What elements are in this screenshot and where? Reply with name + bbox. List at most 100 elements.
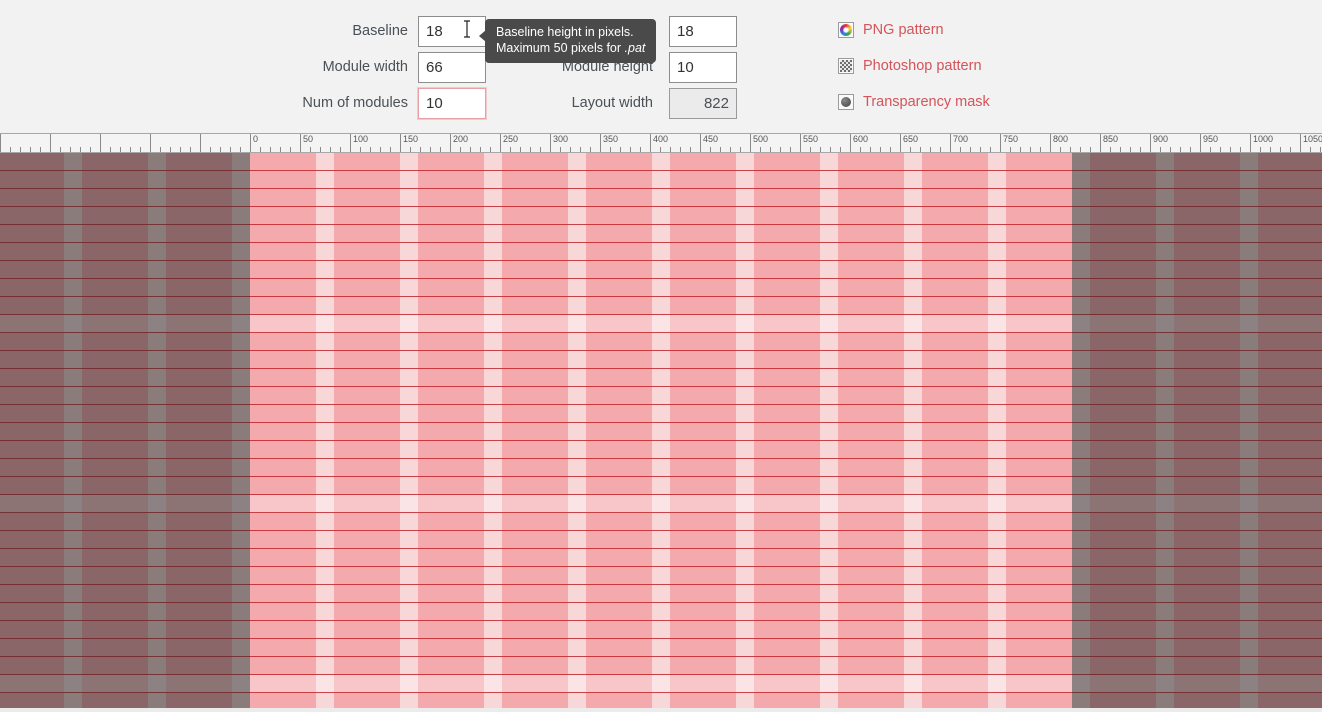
ruler-minor-tick: [960, 147, 961, 152]
ruler-label: 850: [1100, 134, 1118, 145]
photoshop-pattern-label: Photoshop pattern: [863, 58, 982, 74]
ruler-minor-tick: [1240, 147, 1241, 152]
ruler-minor-tick: [1120, 147, 1121, 152]
ruler-minor-tick: [840, 147, 841, 152]
ruler-minor-tick: [680, 147, 681, 152]
num-of-modules-input[interactable]: [418, 88, 486, 119]
ruler-minor-tick: [260, 147, 261, 152]
transparency-mask-label: Transparency mask: [863, 94, 990, 110]
ruler-minor-tick: [620, 147, 621, 152]
ruler-minor-tick: [580, 147, 581, 152]
pattern-module-column: [922, 153, 988, 712]
tooltip-line-1: Baseline height in pixels.: [496, 25, 645, 41]
ruler-minor-tick: [630, 147, 631, 152]
ruler-minor-tick: [780, 147, 781, 152]
ruler-minor-tick: [640, 147, 641, 152]
ruler-minor-tick: [160, 147, 161, 152]
ruler-minor-tick: [1320, 147, 1321, 152]
ruler-minor-tick: [140, 147, 141, 152]
ruler-minor-tick: [1130, 147, 1131, 152]
photoshop-pattern-link[interactable]: Photoshop pattern: [838, 53, 982, 79]
ruler-label: 800: [1050, 134, 1068, 145]
ruler-minor-tick: [990, 147, 991, 152]
ruler-label: 450: [700, 134, 718, 145]
ruler-minor-tick: [1220, 147, 1221, 152]
ruler-minor-tick: [1140, 147, 1141, 152]
ruler-minor-tick: [1060, 147, 1061, 152]
ruler-major-tick: [50, 133, 51, 152]
ruler-minor-tick: [530, 147, 531, 152]
checkerboard-icon: [838, 58, 854, 74]
field-baseline: Baseline: [290, 16, 485, 46]
ruler-label: 1050: [1300, 134, 1322, 145]
module-height-input[interactable]: [669, 52, 737, 83]
ruler-minor-tick: [740, 147, 741, 152]
field-layout-width: Layout width: [540, 88, 740, 118]
ruler-minor-tick: [1020, 147, 1021, 152]
ruler-minor-tick: [290, 147, 291, 152]
ruler-minor-tick: [180, 147, 181, 152]
field-label-num-of-modules: Num of modules: [290, 88, 408, 118]
png-pattern-link[interactable]: PNG pattern: [838, 17, 944, 43]
pattern-module-column: [838, 153, 904, 712]
tooltip-line-2: Maximum 50 pixels for .pat: [496, 41, 645, 57]
ruler-major-tick: [200, 133, 201, 152]
baseline-input[interactable]: [418, 16, 486, 47]
ruler-minor-tick: [820, 147, 821, 152]
pattern-preview-canvas[interactable]: [0, 153, 1322, 712]
ruler-minor-tick: [830, 147, 831, 152]
ruler-minor-tick: [710, 147, 711, 152]
ruler-label: 700: [950, 134, 968, 145]
pattern-module-column: [418, 153, 484, 712]
ruler-minor-tick: [860, 147, 861, 152]
field-num-of-modules: Num of modules: [290, 88, 485, 118]
horizontal-ruler[interactable]: 0501001502002503003504004505005506006507…: [0, 133, 1322, 153]
ruler-minor-tick: [380, 147, 381, 152]
pattern-gutter-column: [484, 153, 502, 712]
ruler-minor-tick: [880, 147, 881, 152]
ruler-minor-tick: [410, 147, 411, 152]
field-label-baseline: Baseline: [290, 16, 408, 46]
layout-width-input: [669, 88, 737, 119]
module-width-input[interactable]: [418, 52, 486, 83]
ruler-minor-tick: [30, 147, 31, 152]
ruler-minor-tick: [60, 147, 61, 152]
ruler-minor-tick: [420, 147, 421, 152]
transparency-mask-link[interactable]: Transparency mask: [838, 89, 990, 115]
pattern-module-column: [670, 153, 736, 712]
pattern-gutter-column: [316, 153, 334, 712]
ruler-major-tick: [100, 133, 101, 152]
pattern-gutter-column: [652, 153, 670, 712]
ruler-label: 50: [300, 134, 313, 145]
outside-layout-mask-left: [0, 153, 250, 712]
ruler-minor-tick: [1090, 147, 1091, 152]
control-panel: Baseline Module width Num of modules Gut…: [0, 0, 1322, 133]
ruler-minor-tick: [1080, 147, 1081, 152]
ruler-label: 500: [750, 134, 768, 145]
ruler-label: 300: [550, 134, 568, 145]
ruler-minor-tick: [910, 147, 911, 152]
ruler-minor-tick: [1270, 147, 1271, 152]
ruler-minor-tick: [470, 147, 471, 152]
ruler-minor-tick: [1110, 147, 1111, 152]
ruler-minor-tick: [330, 147, 331, 152]
outside-layout-mask-right: [1072, 153, 1322, 712]
ruler-minor-tick: [1260, 147, 1261, 152]
ruler-minor-tick: [610, 147, 611, 152]
ruler-minor-tick: [370, 147, 371, 152]
ruler-minor-tick: [540, 147, 541, 152]
gutter-input[interactable]: [669, 16, 737, 47]
ruler-minor-tick: [310, 147, 311, 152]
ruler-label: 650: [900, 134, 918, 145]
ruler-minor-tick: [390, 147, 391, 152]
ruler-minor-tick: [1210, 147, 1211, 152]
ruler-minor-tick: [590, 147, 591, 152]
ruler-minor-tick: [690, 147, 691, 152]
ruler-minor-tick: [720, 147, 721, 152]
ruler-minor-tick: [40, 147, 41, 152]
tooltip-line-2-prefix: Maximum 50 pixels for: [496, 41, 625, 55]
field-module-width: Module width: [290, 52, 485, 82]
ruler-label: 150: [400, 134, 418, 145]
pattern-module-column: [334, 153, 400, 712]
ruler-minor-tick: [490, 147, 491, 152]
